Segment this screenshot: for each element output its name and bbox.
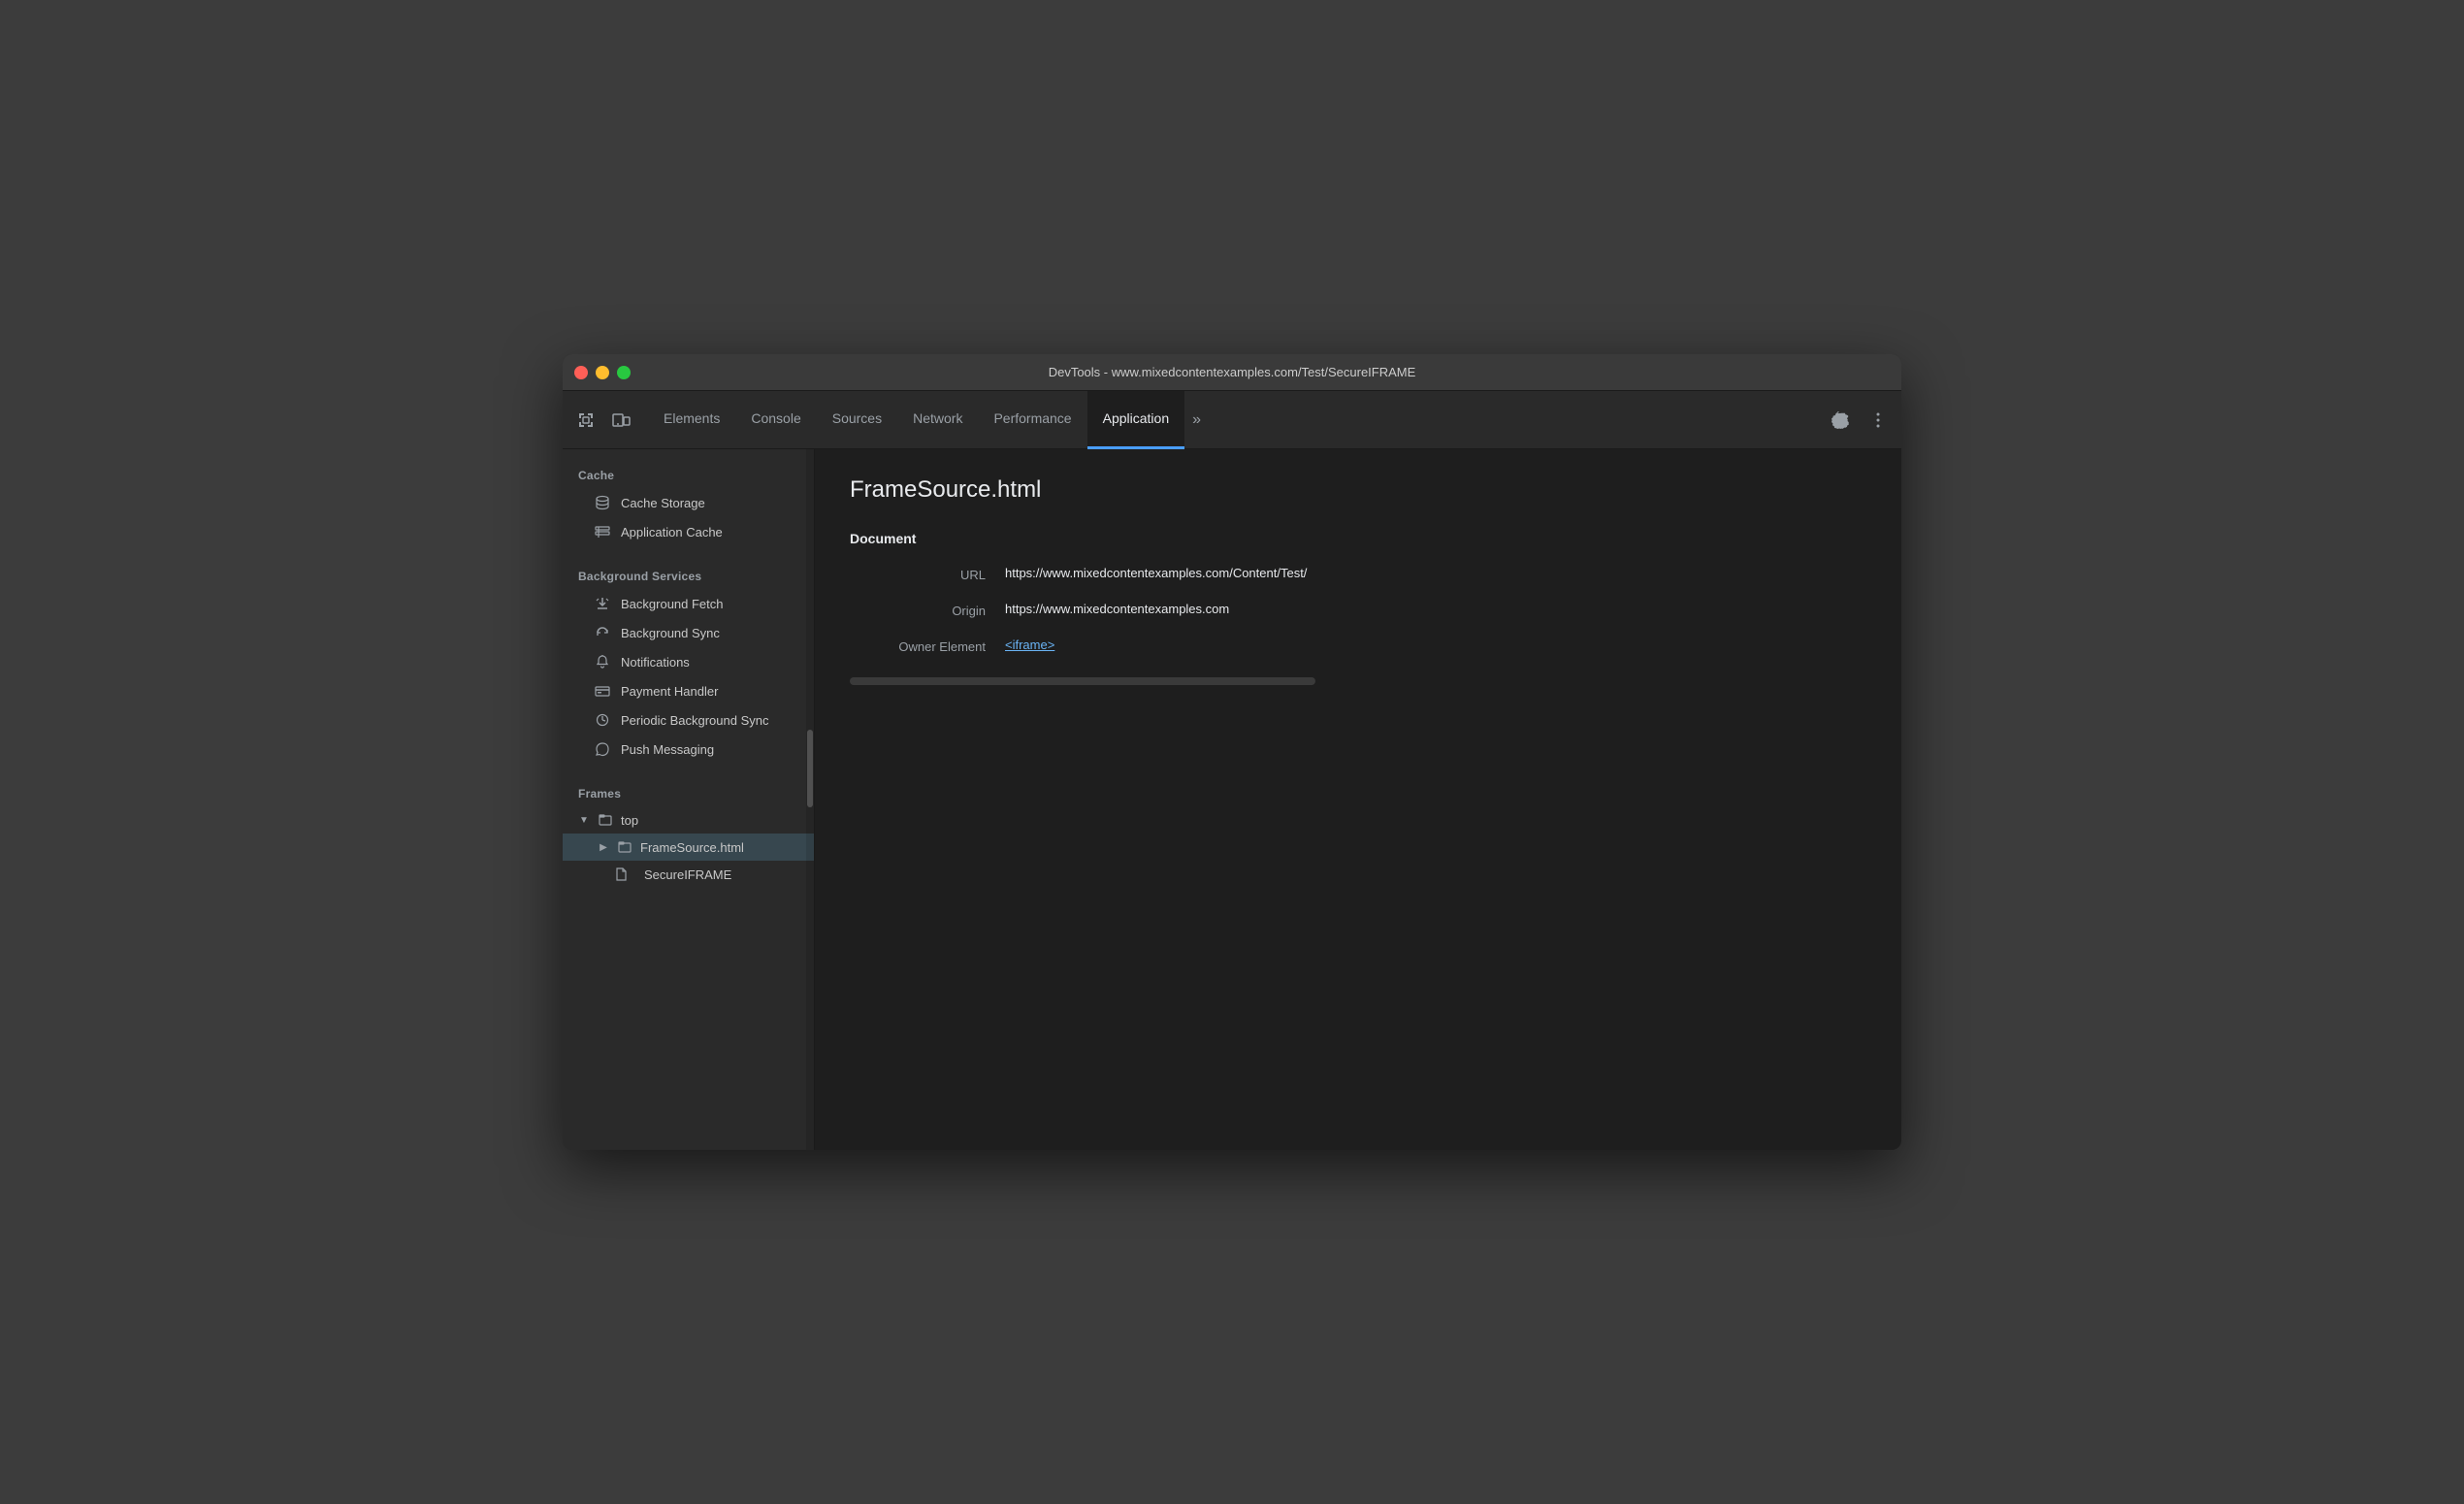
url-row: URL https://www.mixedcontentexamples.com… (850, 566, 1866, 582)
more-options-icon[interactable] (1863, 405, 1894, 436)
background-fetch-icon (594, 595, 611, 612)
content-title: FrameSource.html (850, 476, 1866, 504)
minimize-button[interactable] (596, 366, 609, 379)
chevron-right-icon: ▶ (598, 841, 609, 853)
origin-value: https://www.mixedcontentexamples.com (1005, 602, 1866, 616)
sidebar: Cache Cache Storage (563, 449, 815, 1150)
progress-bar (850, 677, 1315, 685)
sidebar-item-periodic-background-sync[interactable]: Periodic Background Sync (563, 705, 814, 735)
frame-item-framesource[interactable]: ▶ FrameSource.html (563, 834, 814, 861)
tab-sources[interactable]: Sources (817, 391, 897, 449)
maximize-button[interactable] (617, 366, 631, 379)
frame-item-secureiframe[interactable]: SecureIFRAME (563, 861, 814, 888)
chevron-down-icon: ▼ (578, 814, 590, 826)
cache-section-title: Cache (563, 461, 814, 488)
sidebar-item-background-fetch[interactable]: Background Fetch (563, 589, 814, 618)
sidebar-item-notifications[interactable]: Notifications (563, 647, 814, 676)
sidebar-scrollbar[interactable] (806, 449, 814, 1150)
owner-element-label: Owner Element (850, 638, 1005, 654)
traffic-lights (574, 366, 631, 379)
sidebar-item-push-messaging[interactable]: Push Messaging (563, 735, 814, 764)
tab-bar-right (1824, 405, 1894, 436)
sidebar-item-application-cache[interactable]: Application Cache (563, 517, 814, 546)
file-icon (613, 866, 629, 882)
frames-section-title: Frames (563, 779, 814, 806)
tab-bar: Elements Console Sources Network Perform… (563, 391, 1901, 449)
sidebar-item-payment-handler[interactable]: Payment Handler (563, 676, 814, 705)
sidebar-item-background-sync[interactable]: Background Sync (563, 618, 814, 647)
devtools-window: DevTools - www.mixedcontentexamples.com/… (563, 354, 1901, 1150)
settings-icon[interactable] (1824, 405, 1855, 436)
sidebar-scrollbar-thumb[interactable] (807, 730, 813, 807)
frame-folder-icon-2 (617, 839, 632, 855)
origin-label: Origin (850, 602, 1005, 618)
cache-storage-icon (594, 494, 611, 511)
frame-folder-icon (598, 812, 613, 828)
push-messaging-icon (594, 740, 611, 758)
spacer-1 (563, 546, 814, 562)
device-icon[interactable] (605, 405, 636, 436)
url-value: https://www.mixedcontentexamples.com/Con… (1005, 566, 1866, 580)
application-cache-icon (594, 523, 611, 540)
sidebar-item-cache-storage[interactable]: Cache Storage (563, 488, 814, 517)
content-panel: FrameSource.html Document URL https://ww… (815, 449, 1901, 1150)
background-sync-icon (594, 624, 611, 641)
background-section-title: Background Services (563, 562, 814, 589)
tab-application[interactable]: Application (1087, 391, 1185, 449)
close-button[interactable] (574, 366, 588, 379)
tab-bar-tools (570, 405, 636, 436)
document-section-header: Document (850, 531, 1866, 546)
tab-performance[interactable]: Performance (978, 391, 1086, 449)
spacer-2 (563, 764, 814, 779)
origin-row: Origin https://www.mixedcontentexamples.… (850, 602, 1866, 618)
url-label: URL (850, 566, 1005, 582)
tab-elements[interactable]: Elements (648, 391, 735, 449)
inspect-icon[interactable] (570, 405, 601, 436)
tab-more-button[interactable]: » (1184, 391, 1209, 449)
tab-console[interactable]: Console (735, 391, 816, 449)
notifications-icon (594, 653, 611, 670)
frame-item-top[interactable]: ▼ top (563, 806, 814, 834)
payment-handler-icon (594, 682, 611, 700)
owner-element-value[interactable]: <iframe> (1005, 638, 1866, 652)
window-title: DevTools - www.mixedcontentexamples.com/… (1049, 365, 1416, 379)
owner-element-row: Owner Element <iframe> (850, 638, 1866, 654)
tab-network[interactable]: Network (897, 391, 978, 449)
periodic-background-sync-icon (594, 711, 611, 729)
main-content: Cache Cache Storage (563, 449, 1901, 1150)
title-bar: DevTools - www.mixedcontentexamples.com/… (563, 354, 1901, 391)
